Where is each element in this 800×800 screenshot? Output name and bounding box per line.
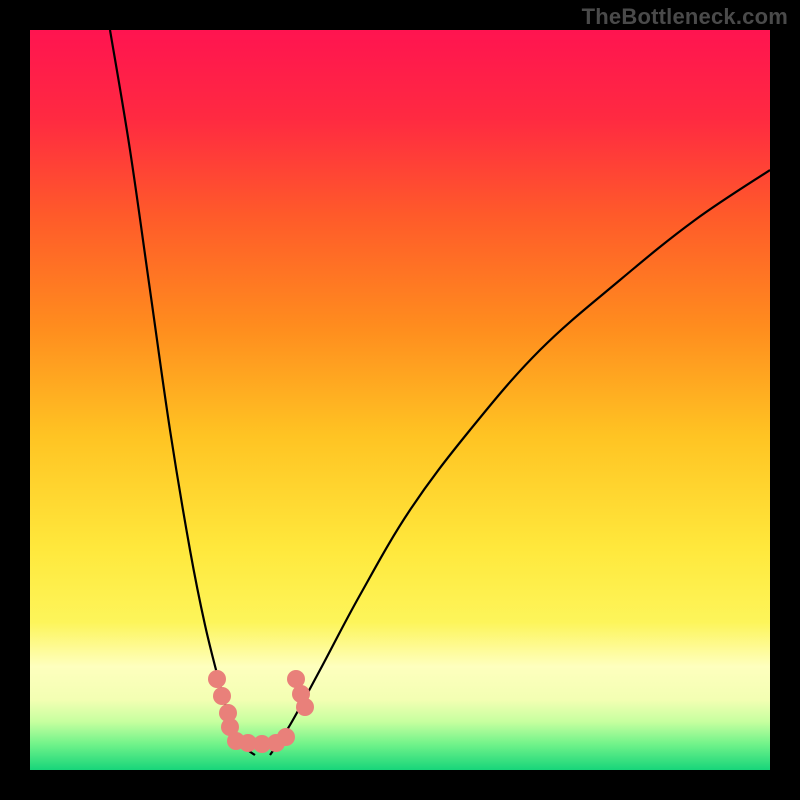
data-marker [296, 698, 314, 716]
data-marker [213, 687, 231, 705]
plot-area [30, 30, 770, 770]
marker-group [208, 670, 314, 753]
left-curve [110, 30, 255, 755]
curve-layer [30, 30, 770, 770]
right-curve [270, 170, 770, 755]
data-marker [277, 728, 295, 746]
data-marker [208, 670, 226, 688]
chart-frame: TheBottleneck.com [0, 0, 800, 800]
watermark-text: TheBottleneck.com [582, 4, 788, 30]
